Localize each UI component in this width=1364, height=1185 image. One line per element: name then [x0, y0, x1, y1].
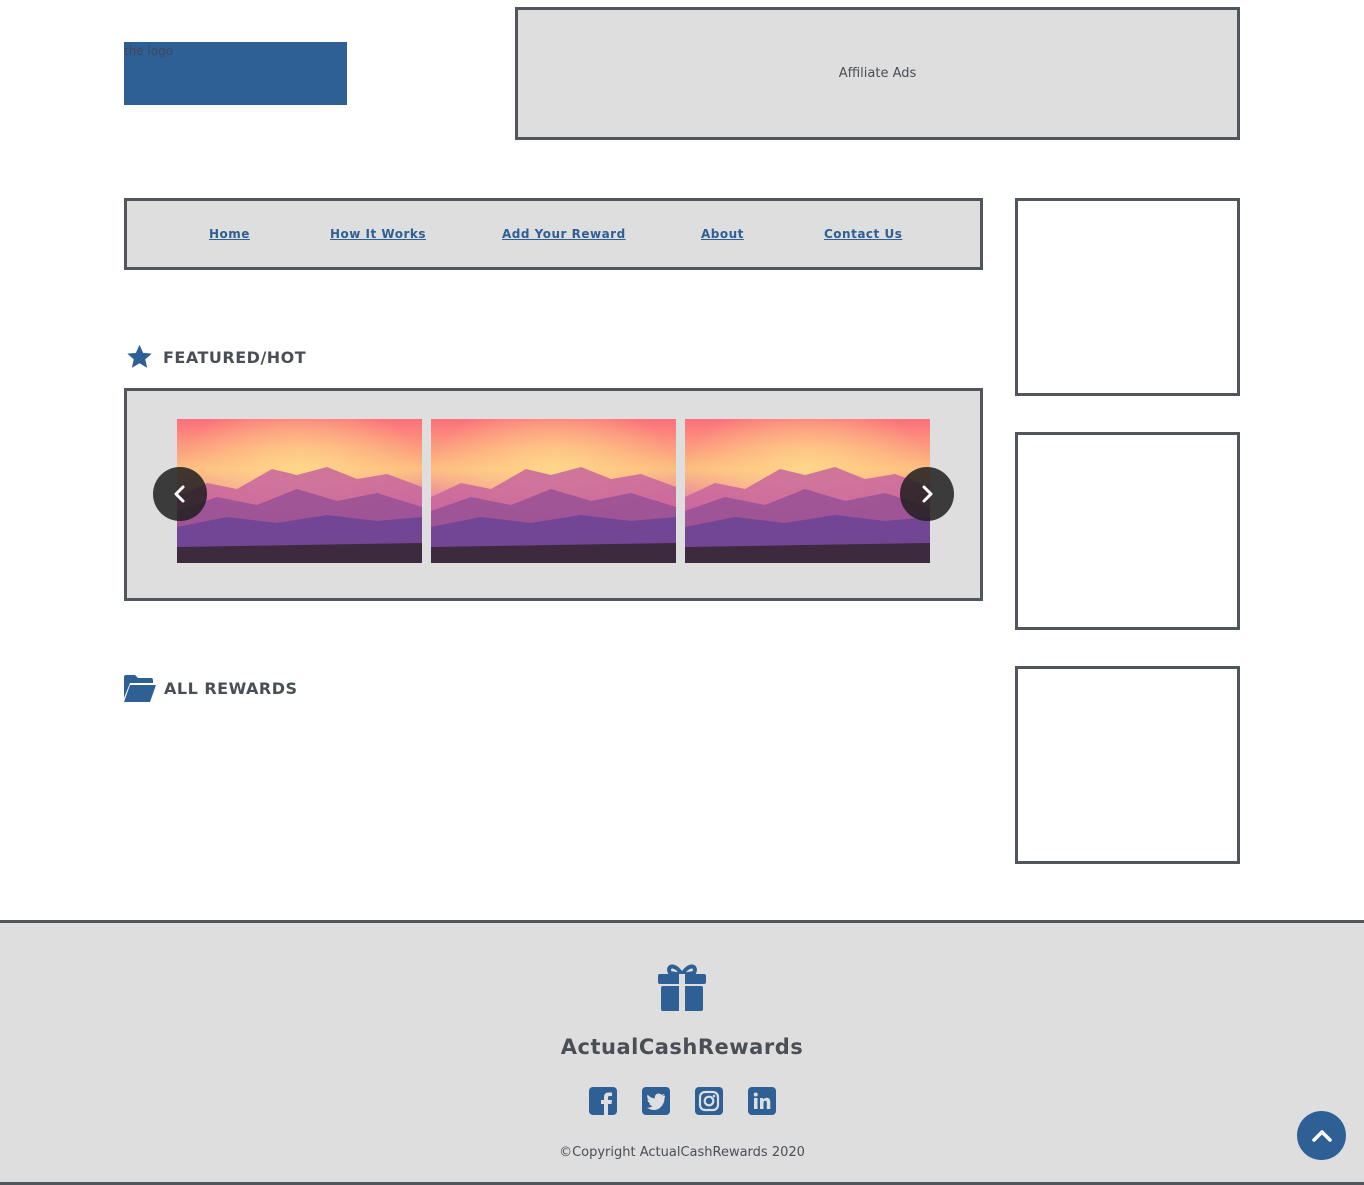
- scroll-to-top-button[interactable]: [1297, 1111, 1346, 1160]
- affiliate-ads-label: Affiliate Ads: [838, 66, 917, 81]
- linkedin-icon[interactable]: [748, 1087, 776, 1115]
- nav-about[interactable]: About: [701, 227, 744, 241]
- chevron-up-icon: [1311, 1129, 1332, 1142]
- sidebar-ad-box[interactable]: [1015, 432, 1240, 630]
- all-rewards-heading: ALL REWARDS: [124, 674, 298, 702]
- landscape-image: [685, 419, 930, 563]
- facebook-icon[interactable]: [589, 1087, 617, 1115]
- nav-contact-us[interactable]: Contact Us: [824, 227, 902, 241]
- affiliate-ads-banner[interactable]: Affiliate Ads: [515, 7, 1240, 140]
- carousel-slide[interactable]: [431, 419, 676, 563]
- carousel-slide[interactable]: [177, 419, 422, 563]
- star-icon: [127, 344, 152, 368]
- footer-copyright: ©Copyright ActualCashRewards 2020: [559, 1145, 805, 1160]
- featured-carousel: [124, 388, 983, 601]
- social-links: [589, 1087, 776, 1115]
- site-footer: ActualCashRewards ©Copyright ActualCashR…: [0, 920, 1364, 1185]
- featured-heading: FEATURED/HOT: [124, 343, 306, 371]
- all-rewards-title: ALL REWARDS: [164, 678, 298, 698]
- carousel-slide[interactable]: [685, 419, 930, 563]
- chevron-right-icon: [922, 485, 933, 503]
- nav-how-it-works[interactable]: How It Works: [330, 227, 426, 241]
- folder-icon: [124, 675, 156, 702]
- nav-home[interactable]: Home: [209, 227, 250, 241]
- main-nav: Home How It Works Add Your Reward About …: [124, 198, 983, 270]
- twitter-icon[interactable]: [642, 1087, 670, 1115]
- chevron-left-icon: [174, 485, 185, 503]
- instagram-icon[interactable]: [695, 1087, 723, 1115]
- site-logo[interactable]: the logo: [124, 42, 347, 105]
- carousel-prev-button[interactable]: [153, 467, 207, 521]
- landscape-image: [177, 419, 422, 563]
- footer-brand: ActualCashRewards: [560, 1035, 804, 1059]
- logo-alt-text: the logo: [124, 44, 174, 58]
- carousel-next-button[interactable]: [900, 467, 954, 521]
- featured-title: FEATURED/HOT: [163, 347, 307, 367]
- sidebar-ad-box[interactable]: [1015, 666, 1240, 864]
- gift-icon: [658, 964, 706, 1011]
- sidebar-ad-box[interactable]: [1015, 198, 1240, 396]
- nav-add-your-reward[interactable]: Add Your Reward: [502, 227, 626, 241]
- landscape-image: [431, 419, 676, 563]
